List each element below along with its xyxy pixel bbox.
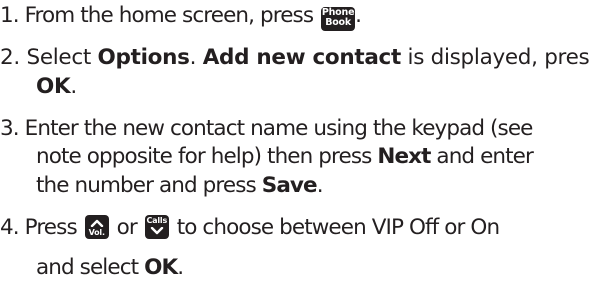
chevron-down-icon bbox=[150, 227, 163, 235]
step-1-period: . bbox=[355, 3, 362, 28]
step-2-line-1: 2. Select Options. Add new contact is di… bbox=[0, 45, 589, 70]
chevron-up-icon bbox=[90, 219, 103, 227]
step-1-text: From the home screen, press bbox=[24, 3, 314, 28]
add-new-contact-label: Add new contact bbox=[202, 45, 402, 70]
save-label: Save bbox=[261, 173, 318, 198]
step-3-number: 3. bbox=[0, 116, 20, 141]
ok-label: OK bbox=[144, 255, 178, 280]
options-label: Options bbox=[97, 45, 190, 70]
step-4-line-1: 4. Press Vol. or Calls to choose between… bbox=[0, 215, 500, 240]
step-3-line-2: note opposite for help) then press Next … bbox=[36, 144, 534, 169]
step-3-line-3: the number and press Save. bbox=[36, 173, 324, 198]
phonebook-key-icon: Phone Book bbox=[321, 7, 356, 31]
calls-down-key-icon: Calls bbox=[144, 215, 169, 239]
step-2-line-2: OK. bbox=[36, 74, 77, 99]
vol-up-key-icon: Vol. bbox=[84, 215, 109, 239]
step-1-line-1: 1. From the home screen, press Phone Boo… bbox=[0, 2, 362, 31]
instructions-document: 1. From the home screen, press Phone Boo… bbox=[0, 0, 589, 289]
step-4-line-2: and select OK. bbox=[36, 255, 184, 280]
ok-label: OK bbox=[36, 74, 71, 99]
step-1-number: 1. bbox=[0, 3, 20, 28]
step-4-number: 4. bbox=[0, 215, 20, 240]
next-label: Next bbox=[377, 144, 431, 169]
step-2-number: 2. bbox=[0, 45, 20, 70]
step-3-line-1: 3. Enter the new contact name using the … bbox=[0, 116, 533, 141]
